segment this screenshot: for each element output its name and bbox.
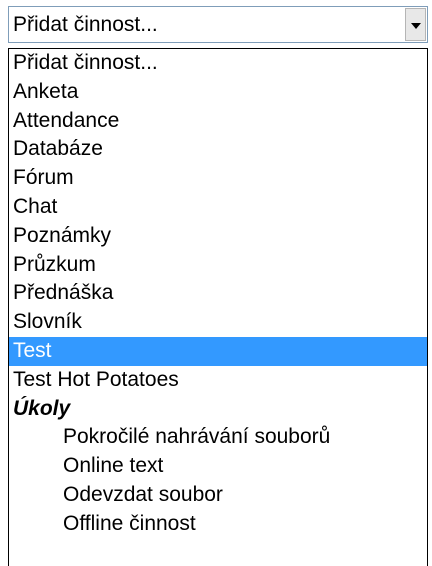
option-odevzdat-soubor[interactable]: Odevzdat soubor: [9, 481, 427, 510]
option-poznamky[interactable]: Poznámky: [9, 222, 427, 251]
activity-dropdown-list[interactable]: Přidat činnost... Anketa Attendance Data…: [8, 48, 428, 566]
option-attendance[interactable]: Attendance: [9, 107, 427, 136]
optgroup-ukoly: Úkoly: [13, 396, 71, 420]
option-chat[interactable]: Chat: [9, 193, 427, 222]
chevron-down-icon: [411, 23, 421, 29]
option-offline-cinnost[interactable]: Offline činnost: [9, 510, 427, 539]
option-forum[interactable]: Fórum: [9, 164, 427, 193]
option-online-text[interactable]: Online text: [9, 452, 427, 481]
dropdown-button[interactable]: [405, 8, 426, 41]
activity-select[interactable]: Přidat činnost...: [8, 6, 428, 43]
option-slovnik[interactable]: Slovník: [9, 308, 427, 337]
option-anketa[interactable]: Anketa: [9, 78, 427, 107]
option-pridat-cinnost[interactable]: Přidat činnost...: [9, 49, 427, 78]
option-pokrocile-nahravani-souboru[interactable]: Pokročilé nahrávání souborů: [9, 423, 427, 452]
option-prednaska[interactable]: Přednáška: [9, 279, 427, 308]
option-test-hot-potatoes[interactable]: Test Hot Potatoes: [9, 366, 427, 395]
option-databaze[interactable]: Databáze: [9, 135, 427, 164]
option-pruzkum[interactable]: Průzkum: [9, 251, 427, 280]
option-test-selected[interactable]: Test: [9, 336, 427, 366]
select-value: Přidat činnost...: [13, 13, 158, 36]
